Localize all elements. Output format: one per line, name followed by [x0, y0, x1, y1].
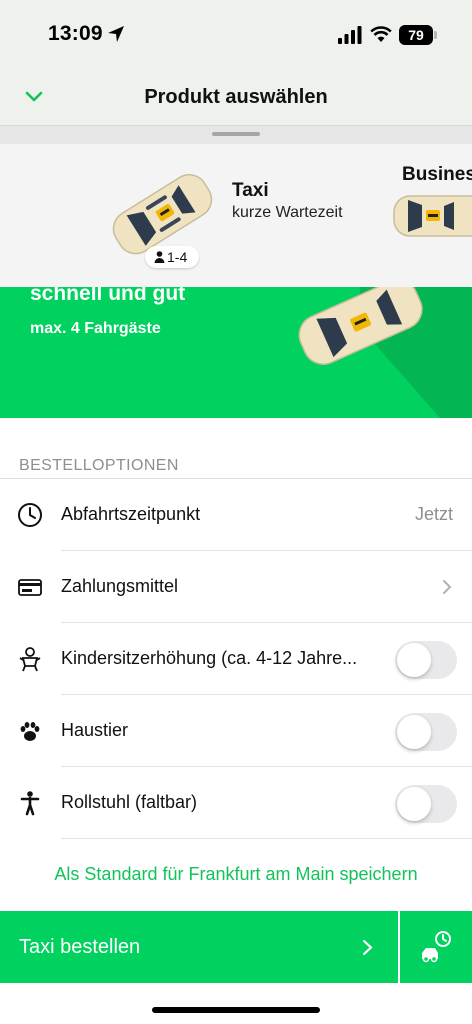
drag-handle[interactable] [212, 132, 260, 136]
banner-title: schnell und gut [30, 287, 186, 305]
card-icon [18, 579, 42, 596]
header: Produkt auswählen [0, 70, 472, 126]
pet-label: Haustier [61, 720, 129, 740]
payment-method-label: Zahlungsmittel [61, 576, 179, 596]
schedule-ride-button[interactable] [400, 911, 472, 983]
status-bar: 13:09 79 [0, 0, 472, 70]
person-icon [154, 251, 165, 263]
child-seat-label: Kindersitzerhöhung (ca. 4-12 Jahre... [61, 648, 358, 668]
order-taxi-label: Taxi bestellen [19, 936, 141, 958]
status-time: 13:09 [48, 22, 103, 45]
wifi-icon [370, 26, 392, 42]
pet-row[interactable]: Haustier [0, 695, 472, 767]
wheelchair-toggle[interactable] [395, 785, 457, 823]
signal-icon [338, 26, 362, 44]
child-seat-toggle[interactable] [395, 641, 457, 679]
clock-icon [18, 503, 42, 527]
toggle-knob [397, 715, 431, 749]
toggle-knob [397, 643, 431, 677]
chevron-right-icon [443, 580, 452, 594]
home-indicator[interactable] [152, 1007, 320, 1013]
section-title: BESTELLOPTIONEN [19, 457, 179, 474]
battery-indicator: 79 [399, 25, 433, 45]
save-default-link[interactable]: Als Standard für Frankfurt am Main speic… [0, 864, 472, 885]
banner-taxi-image [298, 287, 423, 365]
child-seat-row[interactable]: Kindersitzerhöhung (ca. 4-12 Jahre... [0, 623, 472, 695]
product-carousel[interactable]: 1-4 Taxi kurze Wartezeit Business [0, 144, 472, 287]
departure-time-value: Jetzt [414, 504, 453, 524]
page-title: Produkt auswählen [144, 86, 328, 108]
product-banner: schnell und gut max. 4 Fahrgäste [0, 287, 472, 418]
battery-tip [434, 31, 437, 39]
product-name-business[interactable]: Business [402, 164, 472, 186]
banner-subtitle: max. 4 Fahrgäste [30, 320, 161, 337]
departure-time-row[interactable]: Abfahrtszeitpunkt Jetzt [0, 479, 472, 551]
product-subtitle-taxi: kurze Wartezeit [232, 204, 343, 221]
child-seat-icon [19, 647, 41, 672]
row-divider [61, 838, 472, 839]
wheelchair-row[interactable]: Rollstuhl (faltbar) [0, 767, 472, 839]
chevron-right-icon [362, 939, 373, 956]
wheelchair-label: Rollstuhl (faltbar) [61, 792, 198, 812]
order-taxi-button[interactable]: Taxi bestellen [0, 911, 398, 983]
business-car-image[interactable] [392, 190, 472, 242]
paw-icon [20, 722, 40, 741]
location-arrow-icon [108, 26, 124, 42]
toggle-knob [397, 787, 431, 821]
sheet-strip [0, 126, 472, 144]
pet-toggle[interactable] [395, 713, 457, 751]
schedule-taxi-icon [422, 931, 451, 963]
passenger-badge: 1-4 [145, 246, 199, 268]
departure-time-label: Abfahrtszeitpunkt [61, 504, 201, 524]
payment-method-row[interactable]: Zahlungsmittel [0, 551, 472, 623]
product-name-taxi[interactable]: Taxi [232, 180, 269, 202]
wheelchair-icon [20, 791, 40, 816]
passenger-count: 1-4 [167, 249, 188, 265]
